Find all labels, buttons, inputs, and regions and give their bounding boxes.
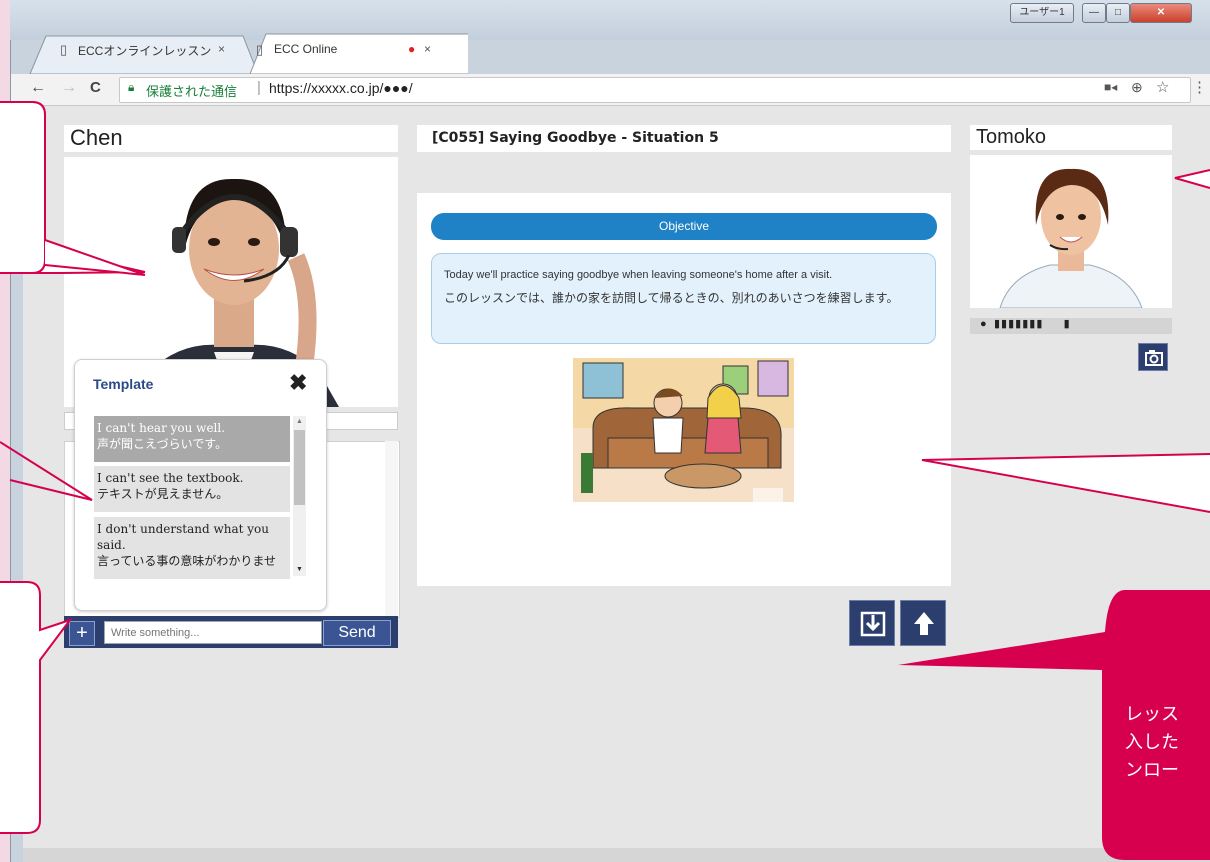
template-item-en: I can't hear you well. xyxy=(97,421,226,435)
scroll-down-icon[interactable]: ▼ xyxy=(296,566,303,573)
template-item-ja: テキストが見えません。 xyxy=(97,487,229,501)
student-audio-meter: ● ▮▮▮▮▮▮▮ ▮ xyxy=(970,318,1172,334)
tab-label: ECCオンラインレッスン xyxy=(78,44,212,58)
callout-text: レッス 入した ンロー xyxy=(1125,700,1179,784)
student-name: Tomoko xyxy=(970,125,1172,150)
tab-close-icon[interactable]: × xyxy=(218,42,225,56)
callout-line: レッス xyxy=(1125,704,1179,724)
callout-mid-right xyxy=(921,453,1210,513)
url-text[interactable]: https://xxxxx.co.jp/●●●/ xyxy=(269,80,413,96)
lesson-title: [C055] Saying Goodbye - Situation 5 xyxy=(417,125,951,152)
tab-close-icon[interactable]: × xyxy=(424,42,431,56)
callout-top-right xyxy=(1174,169,1210,189)
close-icon[interactable]: ✖ xyxy=(289,370,307,396)
reload-icon[interactable]: C xyxy=(90,79,101,96)
objective-ja: このレッスンでは、誰かの家を訪問して帰るときの、別れのあいさつを練習します。 xyxy=(444,291,899,305)
minimize-button[interactable]: — xyxy=(1082,3,1106,23)
close-window-button[interactable]: ✕ xyxy=(1130,3,1192,23)
page-icon: ▯ xyxy=(60,42,68,57)
chat-scrollbar[interactable] xyxy=(385,441,398,616)
template-scroll-thumb[interactable] xyxy=(294,430,305,505)
callout-mid-left xyxy=(0,441,93,501)
chat-message-input[interactable] xyxy=(104,621,322,644)
template-item-ja: 声が聞こえづらいです。 xyxy=(97,437,228,451)
screenshot-button[interactable] xyxy=(1138,343,1168,371)
template-item-en: I don't understand what you said. xyxy=(97,522,269,552)
maximize-button[interactable]: □ xyxy=(1106,3,1130,23)
camera-icon[interactable]: ■◂ xyxy=(1104,80,1117,94)
template-item-ja: 言っている事の意味がわかりませ xyxy=(97,554,277,568)
volume-bars: ▮▮▮▮▮▮▮ ▮ xyxy=(994,318,1071,330)
microphone-icon: ● xyxy=(980,318,987,330)
user-profile-button[interactable]: ユーザー1 xyxy=(1010,3,1074,23)
callout-top-left xyxy=(0,101,146,276)
callout-line: ンロー xyxy=(1125,760,1179,780)
page-icon: ▯ xyxy=(256,42,264,57)
template-item[interactable]: I can't hear you well. 声が聞こえづらいです。 xyxy=(94,416,290,462)
zoom-icon[interactable]: ⊕ xyxy=(1131,79,1143,96)
forward-arrow-icon[interactable]: → xyxy=(61,79,77,97)
star-icon[interactable]: ☆ xyxy=(1156,78,1169,96)
template-item-en: I can't see the textbook. xyxy=(97,471,244,485)
send-button[interactable]: Send xyxy=(323,620,391,646)
objective-en: Today we'll practice saying goodbye when… xyxy=(444,269,833,281)
camera-icon xyxy=(1145,350,1163,366)
lock-icon: 🔒︎ xyxy=(128,80,135,94)
recording-dot-icon: ● xyxy=(408,42,416,56)
objective-header: Objective xyxy=(431,213,937,240)
menu-icon[interactable]: ⋮ xyxy=(1192,78,1207,96)
template-item[interactable]: I can't see the textbook. テキストが見えません。 xyxy=(94,466,290,512)
separator: | xyxy=(257,79,261,96)
secure-label: 保護された通信 xyxy=(146,84,238,99)
objective-box: Today we'll practice saying goodbye when… xyxy=(431,253,936,344)
tab-label: ECC Online xyxy=(274,42,338,56)
template-item[interactable]: I don't understand what you said. 言っている事… xyxy=(94,517,290,579)
back-arrow-icon[interactable]: ← xyxy=(30,79,46,97)
template-title: Template xyxy=(93,376,154,392)
lesson-illustration xyxy=(573,358,794,502)
scroll-up-icon[interactable]: ▲ xyxy=(296,418,303,425)
callout-bottom-left xyxy=(0,581,73,834)
callout-line: 入した xyxy=(1125,732,1179,752)
